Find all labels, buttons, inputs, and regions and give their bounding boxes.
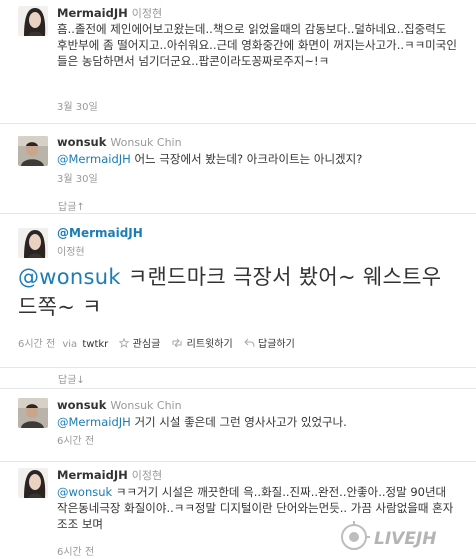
tweet-time[interactable]: 3월 30일 xyxy=(57,98,98,113)
screen-name[interactable]: @MermaidJH xyxy=(57,226,143,240)
star-icon[interactable] xyxy=(119,337,130,351)
tweet-item: wonsuk Wonsuk Chin @MermaidJH 거기 시설 좋은데 그… xyxy=(0,389,476,456)
tweet-time[interactable]: 6시간 전 xyxy=(57,543,94,558)
tweet-item: wonsuk Wonsuk Chin @MermaidJH 어느 극장에서 봤는데… xyxy=(0,124,476,194)
full-name: 이정현 xyxy=(57,247,85,258)
tweet-text: 흠..졸전에 제인에어보고왔는데..책으로 읽었을때의 감동보다..덜하네요..… xyxy=(57,22,457,68)
full-name: 이정현 xyxy=(131,7,163,20)
tweet-meta: 6시간 전 via twtkr 관심글 리트윗하기 답글하기 xyxy=(18,335,295,351)
tweet-time[interactable]: 6시간 전 xyxy=(18,339,55,350)
retweet-icon[interactable] xyxy=(171,338,183,351)
screen-name[interactable]: MermaidJH xyxy=(57,468,128,482)
reply-button[interactable]: 답글하기 xyxy=(258,339,295,350)
client-link[interactable]: twtkr xyxy=(82,339,108,350)
tweet-user: MermaidJH 이정현 xyxy=(57,5,162,21)
tweet-text: @wonsuk ㅋ랜드마크 극장서 봤어~ 웨스트우드쪽~ ㅋ xyxy=(18,262,458,322)
mention-link[interactable]: @MermaidJH xyxy=(57,415,131,429)
avatar[interactable] xyxy=(18,6,48,36)
full-name: Wonsuk Chin xyxy=(110,399,182,412)
avatar[interactable] xyxy=(18,468,48,498)
tweet-body: 거기 시설 좋은데 그런 영사사고가 있었구나. xyxy=(130,415,347,429)
reply-icon[interactable] xyxy=(244,338,255,351)
divider xyxy=(0,367,476,368)
reply-up-label[interactable]: 답글↑ xyxy=(58,198,85,213)
mention-link[interactable]: @wonsuk xyxy=(57,485,112,499)
tweet-user: wonsuk Wonsuk Chin xyxy=(57,135,182,149)
screen-name[interactable]: wonsuk xyxy=(57,135,106,149)
livejh-watermark: LIVEJH xyxy=(336,511,476,559)
retweet-button[interactable]: 리트윗하기 xyxy=(187,339,233,350)
avatar[interactable] xyxy=(18,398,48,428)
tweet-body: 어느 극장에서 봤는데? 아크라이트는 아니겠지? xyxy=(130,152,363,166)
tweet-user: MermaidJH 이정현 xyxy=(57,467,162,483)
full-name: 이정현 xyxy=(131,469,163,482)
reply-up-bar[interactable]: 답글↑ xyxy=(0,196,476,213)
screen-name[interactable]: wonsuk xyxy=(57,398,106,412)
mention-link[interactable]: @MermaidJH xyxy=(57,152,131,166)
full-name: Wonsuk Chin xyxy=(110,136,182,149)
tweet-item: MermaidJH 이정현 흠..졸전에 제인에어보고왔는데..책으로 읽었을때의… xyxy=(0,0,476,125)
screen-name[interactable]: MermaidJH xyxy=(57,6,128,20)
via-label: via xyxy=(62,339,78,350)
featured-tweet: @MermaidJH 이정현 @wonsuk ㅋ랜드마크 극장서 봤어~ 웨스트… xyxy=(0,214,476,364)
tweet-text: @MermaidJH 어느 극장에서 봤는데? 아크라이트는 아니겠지? xyxy=(57,151,457,167)
watermark-text: LIVEJH xyxy=(374,529,436,549)
avatar[interactable] xyxy=(18,228,48,258)
tweet-time[interactable]: 6시간 전 xyxy=(57,432,94,447)
tweet-text: @MermaidJH 거기 시설 좋은데 그런 영사사고가 있었구나. xyxy=(57,414,457,430)
avatar[interactable] xyxy=(18,136,48,166)
favorite-button[interactable]: 관심글 xyxy=(133,339,161,350)
mention-link[interactable]: @wonsuk xyxy=(18,265,121,289)
reply-down-bar[interactable]: 답글↓ xyxy=(0,369,476,386)
reply-down-label[interactable]: 답글↓ xyxy=(58,371,85,386)
tweet-thread: MermaidJH 이정현 흠..졸전에 제인에어보고왔는데..책으로 읽었을때의… xyxy=(0,0,476,559)
tweet-user: wonsuk Wonsuk Chin xyxy=(57,398,182,412)
tweet-time[interactable]: 3월 30일 xyxy=(57,170,98,185)
